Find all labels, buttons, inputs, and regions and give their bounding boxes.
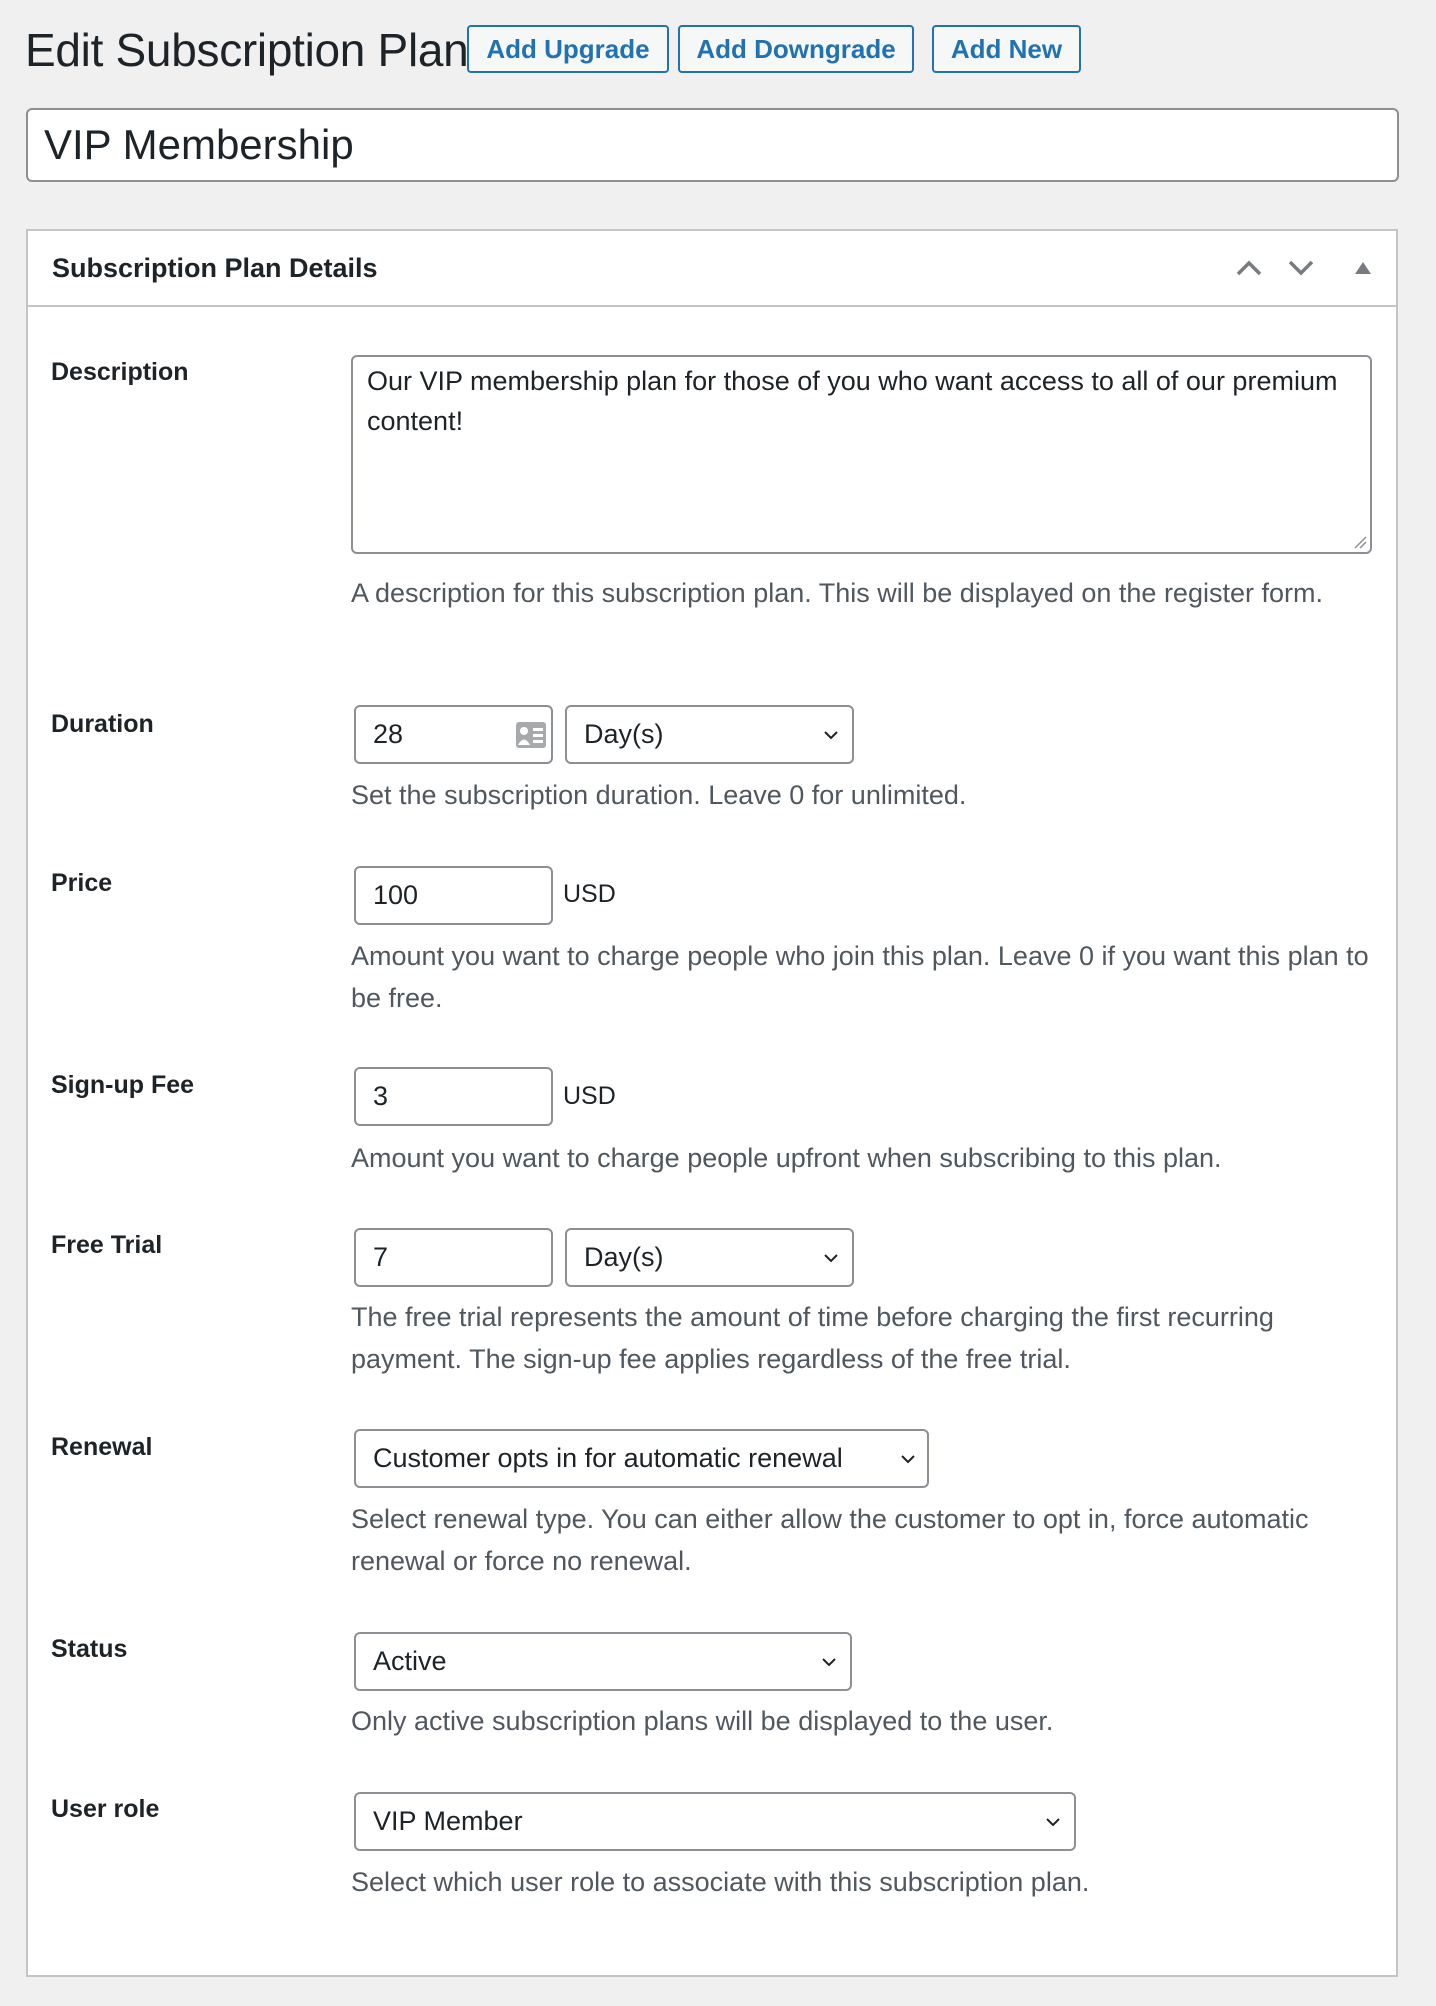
signup-fee-currency: USD [563, 1082, 616, 1110]
free-trial-label: Free Trial [51, 1231, 163, 1259]
user-role-select[interactable]: VIP Member [354, 1792, 1076, 1851]
resize-handle-icon[interactable] [1353, 535, 1367, 549]
price-help: Amount you want to charge people who joi… [351, 941, 1369, 1013]
contact-card-autofill-icon[interactable] [515, 721, 547, 749]
price-currency: USD [563, 880, 616, 908]
add-new-button[interactable]: Add New [932, 25, 1081, 73]
add-downgrade-button[interactable]: Add Downgrade [678, 25, 914, 73]
signup-fee-help: Amount you want to charge people upfront… [351, 1143, 1222, 1173]
chevron-down-icon [901, 1454, 915, 1463]
price-value: 100 [373, 880, 419, 910]
chevron-down-icon [1046, 1817, 1060, 1826]
free-trial-help: The free trial represents the amount of … [351, 1302, 1274, 1374]
plan-title-input[interactable]: VIP Membership [26, 108, 1399, 182]
duration-value: 28 [373, 719, 404, 749]
chevron-down-icon [824, 730, 838, 739]
chevron-up-icon[interactable] [1234, 253, 1264, 283]
duration-label: Duration [51, 710, 154, 738]
page-title: Edit Subscription Plan [25, 24, 469, 76]
price-input[interactable]: 100 [354, 866, 553, 925]
renewal-label: Renewal [51, 1433, 153, 1461]
renewal-select[interactable]: Customer opts in for automatic renewal [354, 1429, 929, 1488]
description-help: A description for this subscription plan… [351, 578, 1323, 608]
status-label: Status [51, 1635, 128, 1663]
chevron-down-icon[interactable] [1286, 253, 1316, 283]
free-trial-value: 7 [373, 1242, 389, 1272]
panel-title: Subscription Plan Details [52, 253, 378, 283]
chevron-down-icon [822, 1657, 836, 1666]
panel-header: Subscription Plan Details [28, 231, 1396, 307]
status-select[interactable]: Active [354, 1632, 852, 1691]
description-value: Our VIP membership plan for those of you… [367, 366, 1338, 436]
user-role-help: Select which user role to associate with… [351, 1867, 1090, 1897]
signup-fee-label: Sign-up Fee [51, 1071, 195, 1099]
toggle-panel-triangle-icon[interactable] [1348, 253, 1378, 283]
signup-fee-input[interactable]: 3 [354, 1067, 553, 1126]
description-textarea[interactable]: Our VIP membership plan for those of you… [351, 355, 1372, 554]
user-role-label: User role [51, 1795, 160, 1823]
free-trial-unit-value: Day(s) [584, 1242, 664, 1272]
status-value: Active [373, 1646, 447, 1676]
user-role-value: VIP Member [373, 1806, 523, 1836]
renewal-value: Customer opts in for automatic renewal [373, 1443, 843, 1473]
renewal-help: Select renewal type. You can either allo… [351, 1504, 1309, 1576]
duration-help: Set the subscription duration. Leave 0 f… [351, 780, 967, 810]
free-trial-input[interactable]: 7 [354, 1228, 553, 1287]
duration-unit-select[interactable]: Day(s) [565, 705, 854, 764]
status-help: Only active subscription plans will be d… [351, 1706, 1054, 1736]
description-label: Description [51, 358, 189, 386]
chevron-down-icon [824, 1253, 838, 1262]
add-upgrade-button[interactable]: Add Upgrade [467, 25, 669, 73]
duration-unit-value: Day(s) [584, 719, 664, 749]
price-label: Price [51, 869, 113, 897]
duration-input[interactable]: 28 [354, 705, 553, 764]
signup-fee-value: 3 [373, 1081, 389, 1111]
plan-title-value: VIP Membership [44, 121, 354, 168]
free-trial-unit-select[interactable]: Day(s) [565, 1228, 854, 1287]
